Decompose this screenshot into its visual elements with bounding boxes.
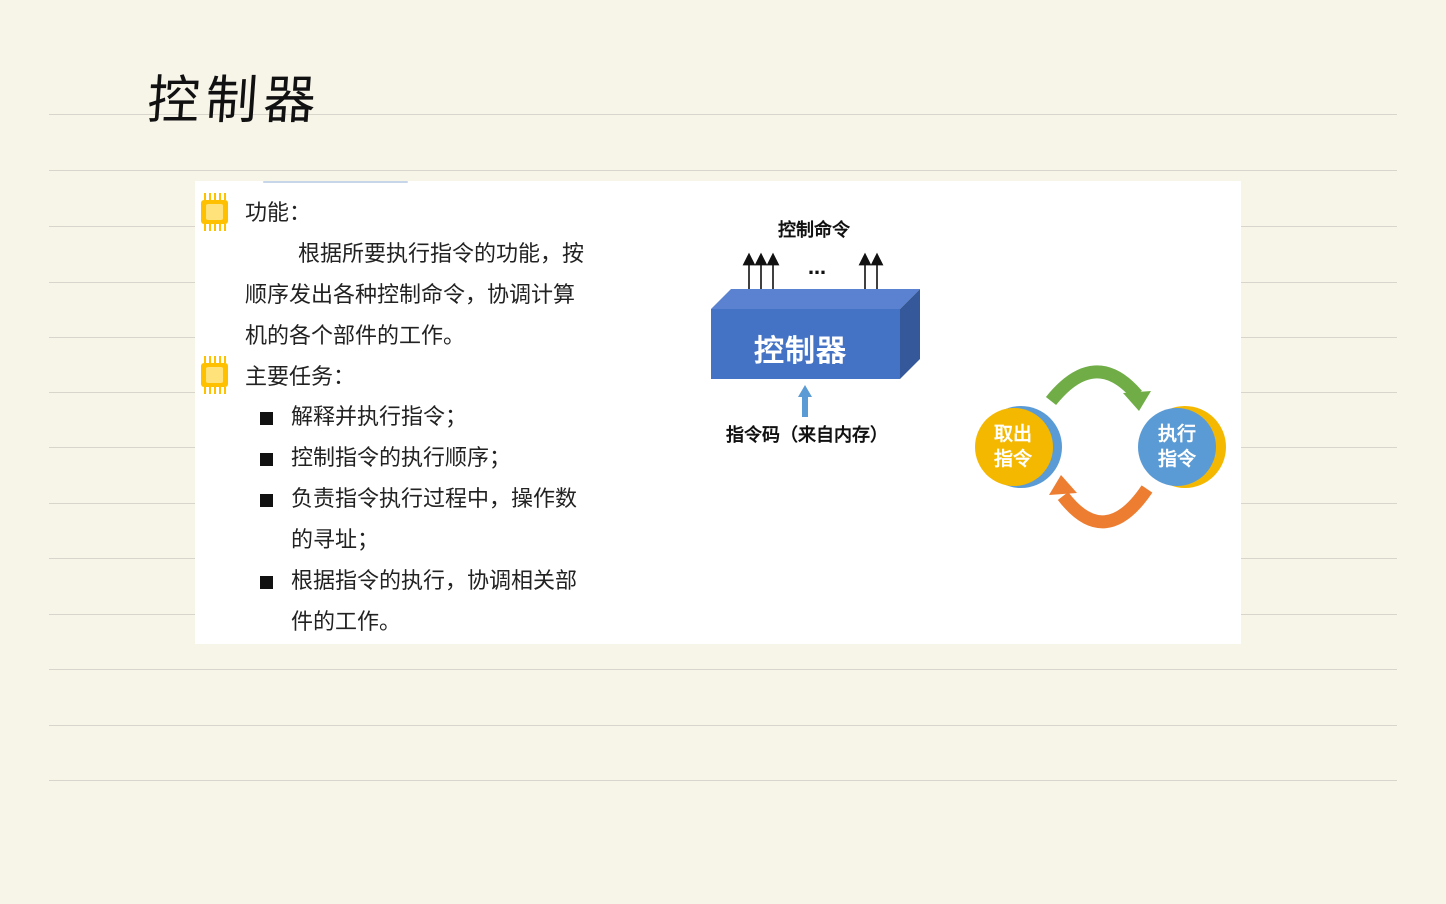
task-line: 负责指令执行过程中，操作数 — [291, 487, 578, 512]
chip-icon — [201, 193, 228, 231]
ellipsis-label: … — [808, 258, 826, 279]
tasks-heading: 主要任务： — [245, 365, 356, 390]
fetch-instruction-label: 取出 指令 — [991, 422, 1035, 472]
rule-line — [49, 725, 1397, 726]
rule-line — [49, 170, 1397, 171]
function-heading: 功能： — [245, 201, 312, 226]
rule-line — [49, 780, 1397, 781]
function-line: 顺序发出各种控制命令，协调计算 — [245, 283, 576, 308]
instruction-code-label: 指令码（来自内存） — [726, 425, 888, 446]
slide-image: 功能： 根据所要执行指令的功能，按 顺序发出各种控制命令，协调计算 机的各个部件… — [195, 181, 1241, 644]
bullet-square-icon — [260, 412, 273, 425]
task-line: 件的工作。 — [291, 610, 402, 635]
control-commands-label: 控制命令 — [778, 220, 850, 241]
fetch-line: 取出 — [993, 423, 1032, 445]
bullet-square-icon — [260, 494, 273, 507]
function-line: 根据所要执行指令的功能，按 — [298, 242, 585, 267]
bullet-square-icon — [260, 576, 273, 589]
function-line: 机的各个部件的工作。 — [245, 324, 466, 349]
rule-line — [49, 669, 1397, 670]
task-line: 控制指令的执行顺序； — [291, 446, 512, 471]
execute-line: 执行 — [1157, 423, 1196, 445]
task-line: 的寻址； — [291, 528, 380, 553]
chip-icon — [201, 356, 228, 394]
slide-top-highlight — [263, 181, 408, 183]
execute-instruction-label: 执行 指令 — [1155, 422, 1199, 472]
fetch-line: 指令 — [993, 448, 1032, 470]
bullet-square-icon — [260, 453, 273, 466]
page-title: 控制器 — [145, 71, 324, 131]
arrow-up-icon — [798, 385, 812, 417]
execute-line: 指令 — [1157, 448, 1196, 470]
task-line: 根据指令的执行，协调相关部 — [291, 569, 578, 594]
task-line: 解释并执行指令； — [291, 405, 468, 430]
controller-box-label: 控制器 — [754, 334, 847, 369]
